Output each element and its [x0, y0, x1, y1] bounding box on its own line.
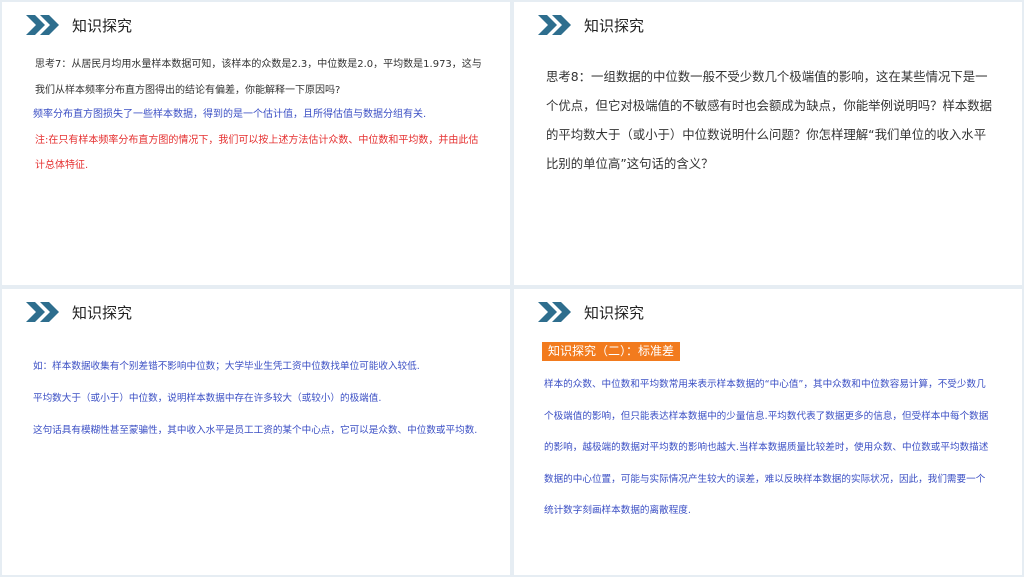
answer-text: 平均数大于（或小于）中位数，说明样本数据中存在许多较大（或较小）的极端值.: [33, 393, 382, 404]
panel-title: 知识探究: [584, 16, 645, 35]
panel-title: 知识探究: [72, 303, 133, 322]
double-chevron-icon: [538, 302, 571, 322]
note-text: 注:在只有样本频率分布直方图的情况下，我们可以按上述方法估计众数、中位数和平均数…: [35, 135, 479, 171]
answer-text: 频率分布直方图损失了一些样本数据，得到的是一个估计值，且所得估值与数据分组有关.: [33, 109, 427, 120]
double-chevron-icon: [538, 15, 571, 35]
panel-header: 知识探究: [26, 301, 132, 323]
section-tag: 知识探究（二）：标准差: [542, 342, 681, 361]
question-text: 思考7：从居民月均用水量样本数据可知，该样本的众数是2.3，中位数是2.0，平均…: [35, 59, 482, 96]
double-chevron-icon: [26, 302, 59, 322]
slide-panel-4: 知识探究 知识探究（二）：标准差 样本的众数、中位数和平均数常用来表示样本数据的…: [514, 289, 1022, 575]
panel-title: 知识探究: [72, 16, 133, 35]
double-chevron-icon: [26, 15, 59, 35]
panel-header: 知识探究: [538, 301, 644, 323]
slide-panel-2: 知识探究 思考8：一组数据的中位数一般不受少数几个极端值的影响，这在某些情况下是…: [514, 2, 1022, 285]
slide-panel-3: 知识探究 如：样本数据收集有个别差错不影响中位数；大学毕业生凭工资中位数找单位可…: [2, 289, 510, 575]
question-text: 思考8：一组数据的中位数一般不受少数几个极端值的影响，这在某些情况下是一个优点，…: [546, 69, 993, 171]
answer-text: 这句话具有模糊性甚至蒙骗性，其中收入水平是员工工资的某个中心点，它可以是众数、中…: [33, 425, 478, 436]
panel-header: 知识探究: [538, 14, 644, 36]
body-text: 样本的众数、中位数和平均数常用来表示样本数据的“中心值”，其中众数和中位数容易计…: [544, 379, 989, 516]
panel-title: 知识探究: [584, 303, 645, 322]
answer-text: 如：样本数据收集有个别差错不影响中位数；大学毕业生凭工资中位数找单位可能收入较低…: [33, 361, 420, 372]
answer-block: 如：样本数据收集有个别差错不影响中位数；大学毕业生凭工资中位数找单位可能收入较低…: [33, 351, 483, 447]
panel-header: 知识探究: [26, 14, 132, 36]
slide-panel-1: 知识探究 思考7：从居民月均用水量样本数据可知，该样本的众数是2.3，中位数是2…: [2, 2, 510, 285]
